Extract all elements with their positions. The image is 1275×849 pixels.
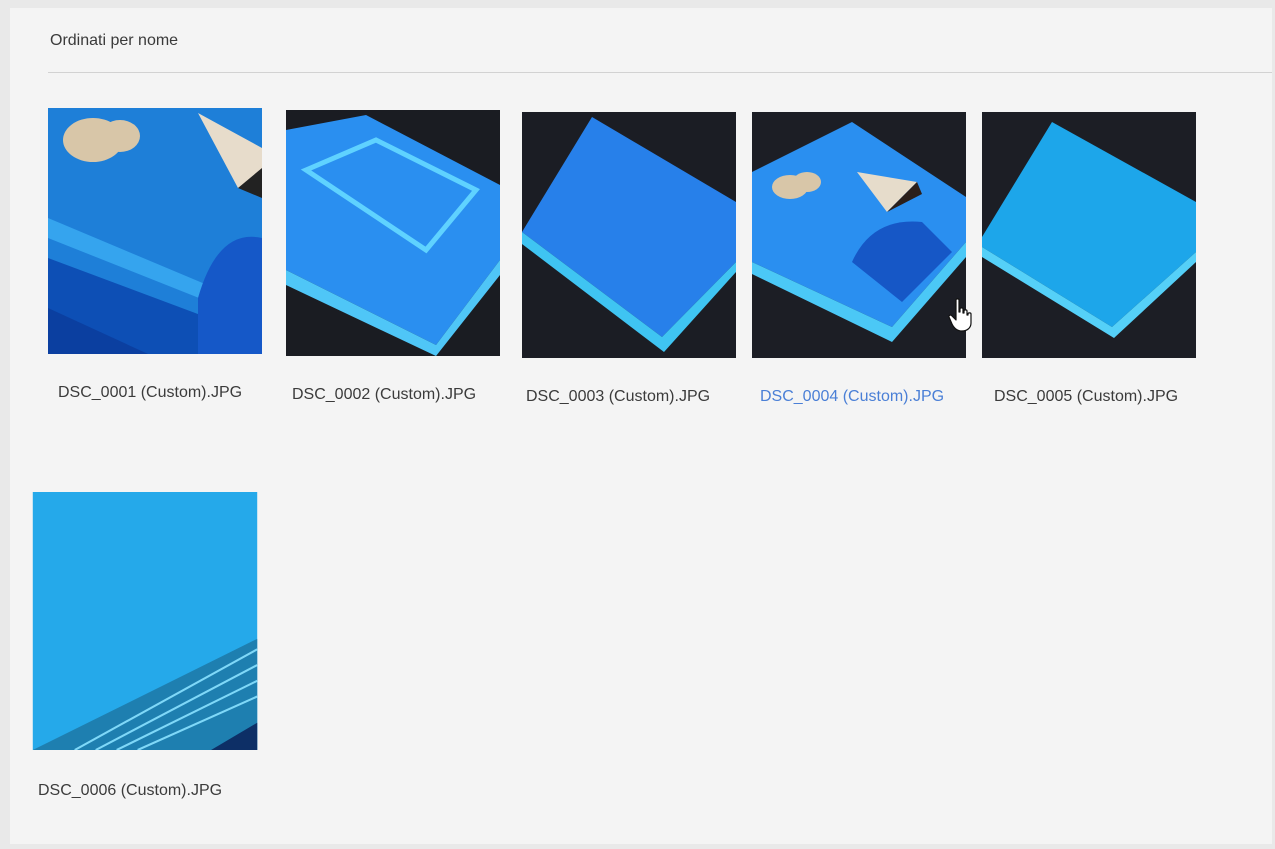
header-divider [48,72,1272,73]
thumbnail-image-3[interactable] [522,112,736,358]
thumbnail-image-5[interactable] [982,112,1196,358]
file-browser: Ordinati per nome DSC_0001 (Custom).JPG [10,8,1272,844]
thumbnail-image-1[interactable] [48,108,262,354]
thumbnail-image-6[interactable] [32,492,258,750]
file-name-5[interactable]: DSC_0005 (Custom).JPG [994,388,1234,406]
thumbnail-image-4[interactable] [752,112,966,358]
file-name-4[interactable]: DSC_0004 (Custom).JPG [760,388,1000,406]
teal-book-image [982,112,1196,358]
book-with-cloud-and-boat-image [752,112,966,358]
hand-pointer-icon [948,298,972,332]
file-name-3[interactable]: DSC_0003 (Custom).JPG [526,388,766,406]
plain-blue-book-image [522,112,736,358]
sort-order-label[interactable]: Ordinati per nome [50,32,178,50]
book-cover-closeup-image [48,108,262,354]
book-pages-closeup-image [32,492,258,750]
file-name-2[interactable]: DSC_0002 (Custom).JPG [292,386,532,404]
file-name-1[interactable]: DSC_0001 (Custom).JPG [58,384,298,402]
thumbnail-image-2[interactable] [286,110,500,356]
file-name-6[interactable]: DSC_0006 (Custom).JPG [38,782,278,800]
book-with-frame-image [286,110,500,356]
